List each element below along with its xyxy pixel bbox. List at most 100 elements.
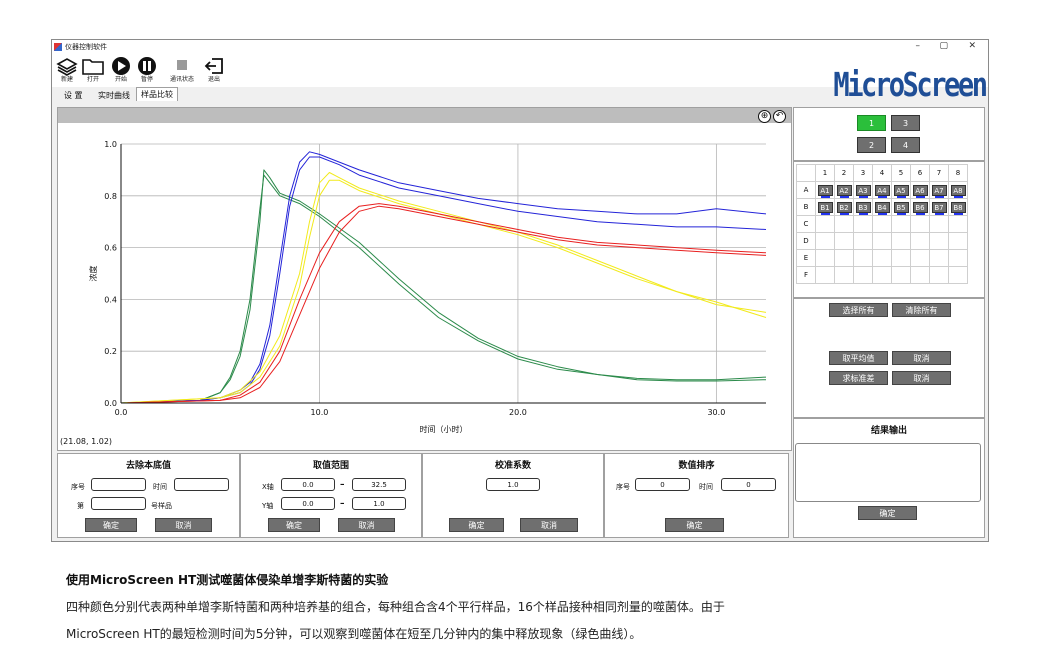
- well-button[interactable]: A6: [912, 184, 928, 198]
- plate-cell[interactable]: [853, 266, 873, 284]
- well-button[interactable]: B1: [817, 201, 833, 215]
- open-button[interactable]: 打开: [81, 55, 105, 87]
- group-button-3[interactable]: 3: [891, 115, 920, 131]
- std-dev-button[interactable]: 求标准差: [829, 371, 888, 385]
- plate-cell[interactable]: A7: [929, 181, 949, 199]
- plate-cell[interactable]: [910, 249, 930, 267]
- tab-settings[interactable]: 设 置: [60, 89, 87, 102]
- sort-seq-input[interactable]: 0: [635, 478, 690, 491]
- plate-cell[interactable]: [948, 266, 968, 284]
- well-button[interactable]: B4: [874, 201, 890, 215]
- plate-cell[interactable]: [834, 232, 854, 250]
- range-cancel-button[interactable]: 取消: [338, 518, 395, 532]
- plate-cell[interactable]: A5: [891, 181, 911, 199]
- plate-cell[interactable]: [948, 232, 968, 250]
- well-button[interactable]: A4: [874, 184, 890, 198]
- plate-cell[interactable]: [891, 249, 911, 267]
- plate-cell[interactable]: [929, 266, 949, 284]
- calibration-input[interactable]: 1.0: [486, 478, 540, 491]
- well-button[interactable]: A3: [855, 184, 871, 198]
- plate-cell[interactable]: [872, 249, 892, 267]
- subtract-base-cancel-button[interactable]: 取消: [155, 518, 212, 532]
- pause-button[interactable]: 暂停: [135, 55, 159, 87]
- plate-cell[interactable]: B1: [815, 198, 835, 216]
- plate-cell[interactable]: [853, 249, 873, 267]
- plate-cell[interactable]: [891, 232, 911, 250]
- x-max-input[interactable]: 32.5: [352, 478, 406, 491]
- plate-cell[interactable]: [891, 266, 911, 284]
- calibration-cancel-button[interactable]: 取消: [520, 518, 578, 532]
- plate-cell[interactable]: [815, 215, 835, 233]
- tab-realtime-curve[interactable]: 实时曲线: [94, 89, 134, 102]
- exit-button[interactable]: 退出: [202, 55, 226, 87]
- plate-cell[interactable]: A3: [853, 181, 873, 199]
- plate-cell[interactable]: B8: [948, 198, 968, 216]
- range-ok-button[interactable]: 确定: [268, 518, 320, 532]
- plate-cell[interactable]: [834, 249, 854, 267]
- plate-cell[interactable]: [872, 215, 892, 233]
- plate-cell[interactable]: [929, 232, 949, 250]
- time-input[interactable]: [174, 478, 229, 491]
- plate-cell[interactable]: [834, 215, 854, 233]
- minimize-button[interactable]: –: [916, 41, 921, 51]
- well-button[interactable]: A1: [817, 184, 833, 198]
- plate-cell[interactable]: A6: [910, 181, 930, 199]
- well-button[interactable]: A5: [893, 184, 909, 198]
- well-button[interactable]: A7: [931, 184, 947, 198]
- plate-cell[interactable]: [834, 266, 854, 284]
- y-min-input[interactable]: 0.0: [281, 497, 335, 510]
- plate-cell[interactable]: A4: [872, 181, 892, 199]
- sort-ok-button[interactable]: 确定: [665, 518, 724, 532]
- group-button-2[interactable]: 2: [857, 137, 886, 153]
- well-button[interactable]: B5: [893, 201, 909, 215]
- well-button[interactable]: A2: [836, 184, 852, 198]
- plate-cell[interactable]: [815, 266, 835, 284]
- std-cancel-button[interactable]: 取消: [892, 371, 951, 385]
- plate-cell[interactable]: B2: [834, 198, 854, 216]
- clear-all-button[interactable]: 清除所有: [892, 303, 951, 317]
- plate-cell[interactable]: A8: [948, 181, 968, 199]
- result-output-area[interactable]: [795, 443, 981, 502]
- seq-input[interactable]: [91, 478, 146, 491]
- start-button[interactable]: 开始: [109, 55, 133, 87]
- plate-cell[interactable]: A1: [815, 181, 835, 199]
- x-min-input[interactable]: 0.0: [281, 478, 335, 491]
- sample-number-input[interactable]: [91, 497, 146, 510]
- plate-cell[interactable]: [948, 215, 968, 233]
- plate-cell[interactable]: [815, 232, 835, 250]
- plate-cell[interactable]: [872, 266, 892, 284]
- plate-cell[interactable]: [815, 249, 835, 267]
- group-button-1[interactable]: 1: [857, 115, 886, 131]
- plate-cell[interactable]: A2: [834, 181, 854, 199]
- plate-cell[interactable]: [929, 215, 949, 233]
- plate-cell[interactable]: B6: [910, 198, 930, 216]
- group-button-4[interactable]: 4: [891, 137, 920, 153]
- well-button[interactable]: A8: [950, 184, 966, 198]
- calibration-ok-button[interactable]: 确定: [449, 518, 504, 532]
- plate-cell[interactable]: [910, 232, 930, 250]
- plate-cell[interactable]: [910, 266, 930, 284]
- result-ok-button[interactable]: 确定: [858, 506, 917, 520]
- plate-cell[interactable]: B7: [929, 198, 949, 216]
- well-button[interactable]: B2: [836, 201, 852, 215]
- close-button[interactable]: ✕: [968, 41, 976, 51]
- plate-cell[interactable]: B5: [891, 198, 911, 216]
- well-button[interactable]: B7: [931, 201, 947, 215]
- comm-status-button[interactable]: 通讯状态: [165, 55, 199, 87]
- well-button[interactable]: B3: [855, 201, 871, 215]
- concentration-chart[interactable]: 0.0 0.2 0.4 0.6 0.8 1.0 0.0 10.0 20.0 30.0 时间（小时） 浓…: [58, 108, 791, 450]
- average-button[interactable]: 取平均值: [829, 351, 888, 365]
- well-button[interactable]: B6: [912, 201, 928, 215]
- sort-time-input[interactable]: 0: [721, 478, 776, 491]
- maximize-button[interactable]: ▢: [939, 41, 948, 51]
- well-button[interactable]: B8: [950, 201, 966, 215]
- plate-cell[interactable]: B3: [853, 198, 873, 216]
- plate-cell[interactable]: [853, 232, 873, 250]
- tab-sample-compare[interactable]: 样品比较: [136, 87, 178, 101]
- plate-cell[interactable]: [929, 249, 949, 267]
- plate-cell[interactable]: [891, 215, 911, 233]
- average-cancel-button[interactable]: 取消: [892, 351, 951, 365]
- plate-cell[interactable]: B4: [872, 198, 892, 216]
- y-max-input[interactable]: 1.0: [352, 497, 406, 510]
- new-button[interactable]: 新建: [55, 55, 79, 87]
